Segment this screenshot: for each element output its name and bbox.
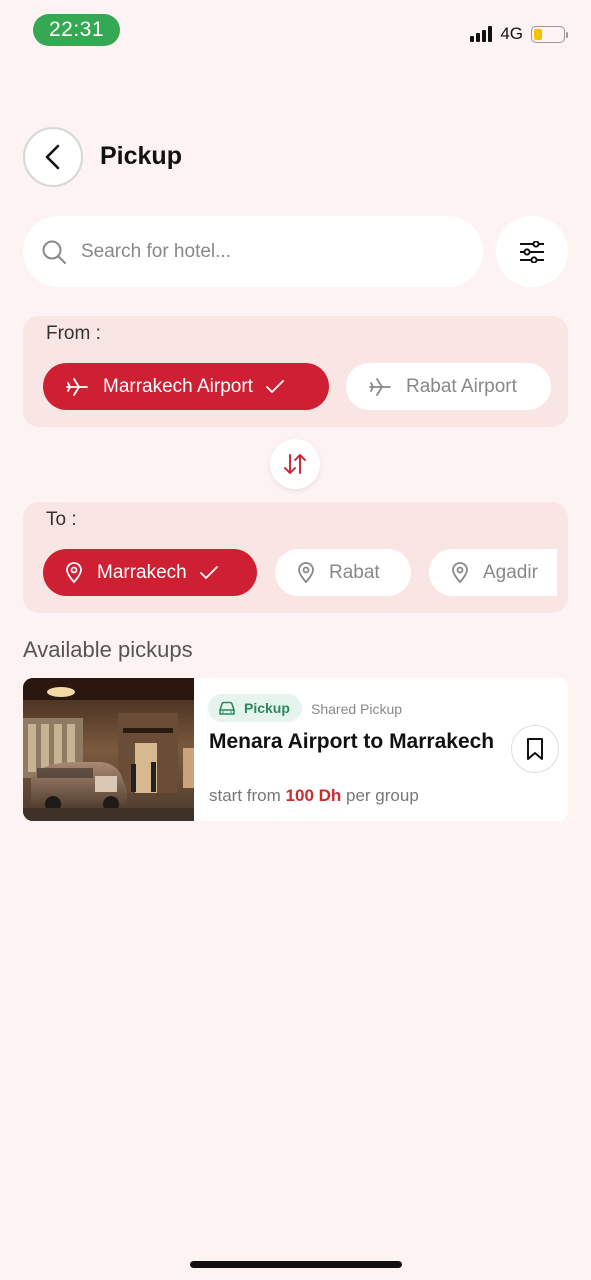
search-input[interactable] — [81, 240, 441, 263]
chip-label: Agadir — [483, 561, 538, 583]
swap-button[interactable] — [270, 439, 320, 489]
chip-label: Rabat — [329, 561, 380, 583]
status-time: 22:31 — [33, 14, 120, 46]
network-type: 4G — [500, 24, 523, 43]
from-option-rabat-airport[interactable]: Rabat Airport — [346, 363, 551, 410]
to-option-marrakech[interactable]: Marrakech — [43, 549, 257, 596]
section-title: Available pickups — [23, 637, 193, 662]
chip-label: Marrakech — [97, 561, 187, 583]
home-indicator[interactable] — [190, 1261, 402, 1268]
car-icon — [219, 701, 235, 715]
sliders-icon — [520, 240, 544, 263]
chip-label: Rabat Airport — [406, 375, 517, 397]
bookmark-button[interactable] — [511, 725, 559, 773]
map-pin-icon — [298, 561, 314, 583]
check-icon — [265, 379, 285, 395]
price-value: 100 Dh — [285, 786, 342, 805]
bookmark-icon — [527, 738, 543, 760]
back-button[interactable] — [23, 127, 83, 187]
search-icon — [42, 240, 66, 264]
pickup-title: Menara Airport to Marrakech — [209, 730, 495, 753]
to-label: To : — [46, 509, 77, 530]
pickup-type: Shared Pickup — [311, 701, 403, 717]
to-option-rabat[interactable]: Rabat — [275, 549, 411, 596]
status-indicators: 4G — [470, 24, 568, 44]
search-bar[interactable] — [23, 216, 483, 287]
signal-icon — [470, 26, 493, 42]
swap-arrows-icon — [284, 454, 306, 474]
plane-icon — [369, 377, 391, 396]
from-label: From : — [46, 323, 101, 344]
pickup-card[interactable]: Pickup Shared Pickup Menara Airport to M… — [23, 678, 568, 821]
filter-button[interactable] — [496, 216, 568, 287]
price-prefix: start from — [209, 786, 281, 805]
from-panel: From : Marrakech Airport Rabat Airport — [23, 316, 568, 427]
plane-icon — [66, 377, 88, 396]
pickup-badge: Pickup — [208, 694, 302, 722]
to-option-agadir[interactable]: Agadir — [429, 549, 557, 596]
hotel-car-image — [23, 678, 194, 821]
from-option-marrakech-airport[interactable]: Marrakech Airport — [43, 363, 329, 410]
page-title: Pickup — [100, 142, 182, 170]
map-pin-icon — [66, 561, 82, 583]
price-suffix: per group — [346, 786, 419, 805]
price-line: start from 100 Dh per group — [209, 786, 419, 806]
battery-icon — [531, 25, 568, 43]
map-pin-icon — [452, 561, 468, 583]
check-icon — [199, 565, 219, 581]
chip-label: Marrakech Airport — [103, 375, 253, 397]
to-panel: To : Marrakech Rabat Agadir — [23, 502, 568, 613]
badge-label: Pickup — [244, 700, 290, 716]
chevron-left-icon — [45, 144, 60, 170]
